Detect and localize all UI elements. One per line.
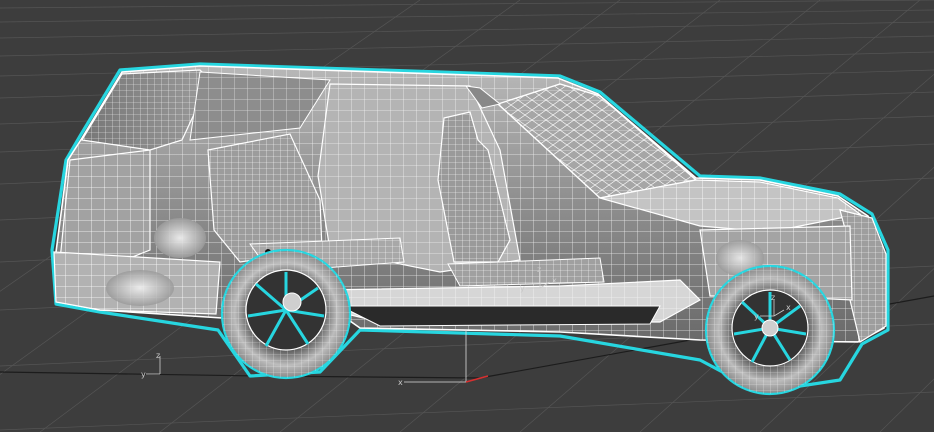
svg-text:x: x — [398, 378, 403, 387]
3d-viewport[interactable]: z y x z y x z y x — [0, 0, 934, 432]
svg-text:x: x — [786, 303, 791, 312]
svg-text:y: y — [520, 284, 525, 293]
svg-text:z: z — [156, 351, 160, 360]
svg-text:y: y — [754, 312, 759, 321]
svg-text:z: z — [537, 265, 541, 274]
svg-text:z: z — [771, 293, 775, 302]
tail-light — [154, 218, 206, 258]
svg-text:y: y — [141, 370, 146, 379]
pivot-gizmo-main[interactable] — [404, 330, 489, 383]
svg-text:x: x — [552, 276, 557, 285]
rear-wheel[interactable] — [220, 248, 352, 380]
front-wheel[interactable] — [704, 264, 836, 396]
car-model[interactable] — [50, 62, 890, 396]
viewport-scene[interactable]: z y x z y x z y x — [0, 0, 934, 432]
